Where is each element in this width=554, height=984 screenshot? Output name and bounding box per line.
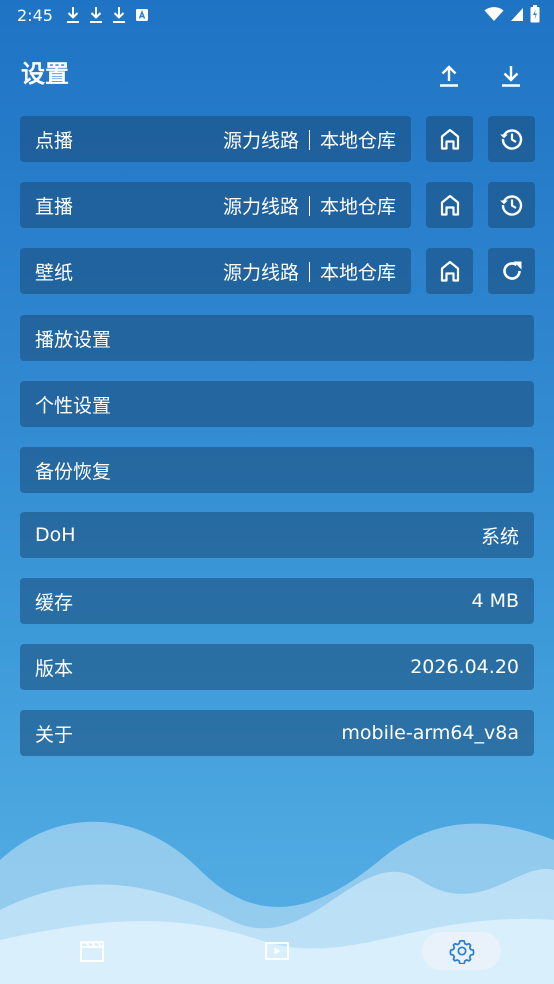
row-label: 关于 — [35, 723, 74, 746]
row-value: 源力线路 本地仓库 — [223, 258, 396, 285]
source-row-wallpaper[interactable]: 壁纸 源力线路 本地仓库 — [20, 248, 411, 294]
nav-live[interactable] — [253, 932, 301, 970]
signal-icon — [511, 8, 523, 21]
source-line-label: 源力线路 — [222, 129, 299, 152]
download-icon — [90, 7, 102, 23]
upload-icon — [440, 65, 458, 87]
vod-home-button[interactable] — [426, 116, 473, 162]
version-row[interactable]: 版本 2026.04.20 — [20, 644, 534, 690]
about-row[interactable]: 关于 mobile-arm64_v8a — [20, 710, 534, 756]
history-icon — [499, 129, 522, 150]
nav-vod[interactable] — [68, 932, 116, 970]
home-icon — [440, 128, 459, 150]
source-line-label: 源力线路 — [222, 195, 299, 218]
separator — [308, 261, 310, 282]
separator — [308, 195, 310, 216]
repo-label: 本地仓库 — [319, 261, 396, 284]
row-value: mobile-arm64_v8a — [341, 722, 519, 744]
row-label: 备份恢复 — [35, 460, 112, 483]
wallpaper-refresh-button[interactable] — [488, 248, 535, 294]
repo-label: 本地仓库 — [319, 195, 396, 218]
page-title: 设置 — [21, 60, 69, 88]
separator — [308, 129, 310, 150]
download-icon — [113, 7, 125, 23]
source-line-label: 源力线路 — [222, 261, 299, 284]
status-bar: 2:45 — [0, 0, 554, 32]
download-icon — [502, 66, 520, 87]
repo-label: 本地仓库 — [319, 129, 396, 152]
wifi-icon — [484, 7, 504, 21]
row-label: 版本 — [35, 657, 74, 680]
play-video-icon — [265, 942, 289, 960]
row-value: 4 MB — [471, 590, 519, 612]
row-label: 直播 — [35, 195, 74, 218]
settings-gear-icon — [449, 939, 474, 964]
translate-icon — [136, 9, 148, 21]
refresh-icon — [502, 261, 521, 280]
row-label: 播放设置 — [35, 328, 112, 351]
status-system-icons — [484, 5, 540, 23]
home-icon — [440, 260, 459, 282]
row-value: 源力线路 本地仓库 — [223, 126, 396, 153]
wallpaper-home-button[interactable] — [426, 248, 473, 294]
home-icon — [440, 194, 459, 216]
doh-row[interactable]: DoH 系统 — [20, 512, 534, 558]
battery-icon — [530, 5, 540, 23]
history-icon — [499, 195, 522, 216]
movie-clapper-icon — [80, 940, 104, 962]
source-row-live[interactable]: 直播 源力线路 本地仓库 — [20, 182, 411, 228]
status-notification-icons — [66, 6, 149, 24]
row-label: 个性设置 — [35, 394, 112, 417]
row-label: 缓存 — [35, 591, 74, 614]
cache-row[interactable]: 缓存 4 MB — [20, 578, 534, 624]
vod-history-button[interactable] — [488, 116, 535, 162]
bottom-navigation — [0, 928, 554, 976]
source-row-vod[interactable]: 点播 源力线路 本地仓库 — [20, 116, 411, 162]
row-label: DoH — [35, 524, 76, 546]
row-value: 系统 — [480, 525, 519, 548]
row-label: 点播 — [35, 129, 74, 152]
header: 设置 — [0, 40, 554, 104]
backup-restore-row[interactable]: 备份恢复 — [20, 447, 534, 493]
download-button[interactable] — [493, 58, 529, 94]
live-history-button[interactable] — [488, 182, 535, 228]
download-icon — [67, 7, 79, 23]
playback-settings-row[interactable]: 播放设置 — [20, 315, 534, 361]
upload-button[interactable] — [431, 58, 467, 94]
row-value: 源力线路 本地仓库 — [223, 192, 396, 219]
row-value: 2026.04.20 — [410, 656, 519, 678]
nav-settings[interactable] — [422, 932, 501, 970]
status-time: 2:45 — [17, 6, 53, 25]
live-home-button[interactable] — [426, 182, 473, 228]
personal-settings-row[interactable]: 个性设置 — [20, 381, 534, 427]
row-label: 壁纸 — [35, 261, 74, 284]
